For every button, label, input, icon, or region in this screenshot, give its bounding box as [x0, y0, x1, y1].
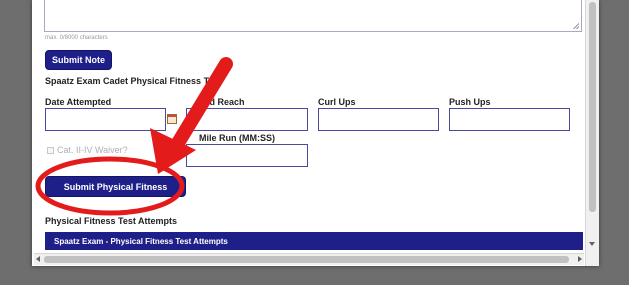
attempts-table-header: Spaatz Exam - Physical Fitness Test Atte…: [45, 232, 583, 250]
date-attempted-input[interactable]: [45, 108, 166, 131]
waiver-checkbox[interactable]: [47, 146, 54, 154]
attempts-heading: Physical Fitness Test Attempts: [45, 216, 178, 226]
scroll-left-arrow-icon[interactable]: [36, 256, 40, 262]
vertical-scroll-thumb[interactable]: [589, 2, 596, 212]
push-ups-input[interactable]: [449, 108, 570, 131]
waiver-label: Cat. II-IV Waiver?: [57, 145, 128, 155]
sit-and-reach-input[interactable]: [186, 108, 308, 131]
note-textarea[interactable]: [44, 0, 582, 32]
push-ups-label: Push Ups: [449, 97, 491, 107]
submit-physical-fitness-button[interactable]: Submit Physical Fitness: [45, 176, 186, 197]
scroll-right-arrow-icon[interactable]: [578, 256, 582, 262]
attempts-table-title: Spaatz Exam - Physical Fitness Test Atte…: [54, 236, 228, 246]
pft-section-title: Spaatz Exam Cadet Physical Fitness Test: [45, 76, 222, 86]
resize-grip-icon[interactable]: [573, 23, 579, 29]
mile-run-input[interactable]: [186, 144, 308, 167]
submit-note-button[interactable]: Submit Note: [45, 50, 112, 70]
horizontal-scroll-thumb[interactable]: [44, 256, 569, 263]
horizontal-scrollbar[interactable]: [34, 253, 584, 265]
curl-ups-input[interactable]: [318, 108, 439, 131]
curl-ups-label: Curl Ups: [318, 97, 356, 107]
mile-run-label: Mile Run (MM:SS): [199, 133, 275, 143]
sit-and-reach-label: and Reach: [199, 97, 245, 107]
waiver-checkbox-row[interactable]: Cat. II-IV Waiver?: [47, 145, 128, 155]
note-char-count: max. 0/8000 characters: [45, 35, 108, 41]
scroll-down-arrow-icon[interactable]: [589, 242, 595, 246]
vertical-scrollbar[interactable]: [585, 0, 599, 266]
modal-dialog: [32, 0, 599, 266]
calendar-icon[interactable]: [167, 114, 177, 124]
date-attempted-label: Date Attempted: [45, 97, 112, 107]
